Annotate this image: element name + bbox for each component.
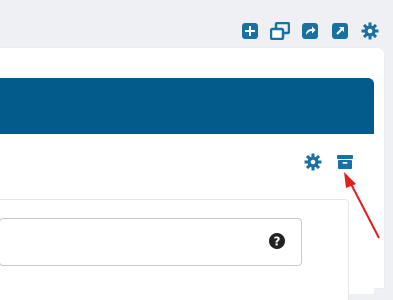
- text-input[interactable]: [0, 218, 302, 266]
- archive-icon[interactable]: [335, 152, 355, 172]
- top-toolbar: [239, 20, 381, 42]
- add-icon[interactable]: [239, 20, 261, 42]
- gear-icon[interactable]: [303, 152, 323, 172]
- restore-window-icon[interactable]: [269, 20, 291, 42]
- question-circle-icon[interactable]: ?: [268, 232, 286, 250]
- scrollbar[interactable]: [385, 48, 393, 288]
- svg-text:?: ?: [274, 235, 281, 249]
- section-actions: [303, 152, 355, 172]
- panel-header: [0, 78, 374, 134]
- share-icon[interactable]: [299, 20, 321, 42]
- gear-icon[interactable]: [359, 20, 381, 42]
- external-link-icon[interactable]: [329, 20, 351, 42]
